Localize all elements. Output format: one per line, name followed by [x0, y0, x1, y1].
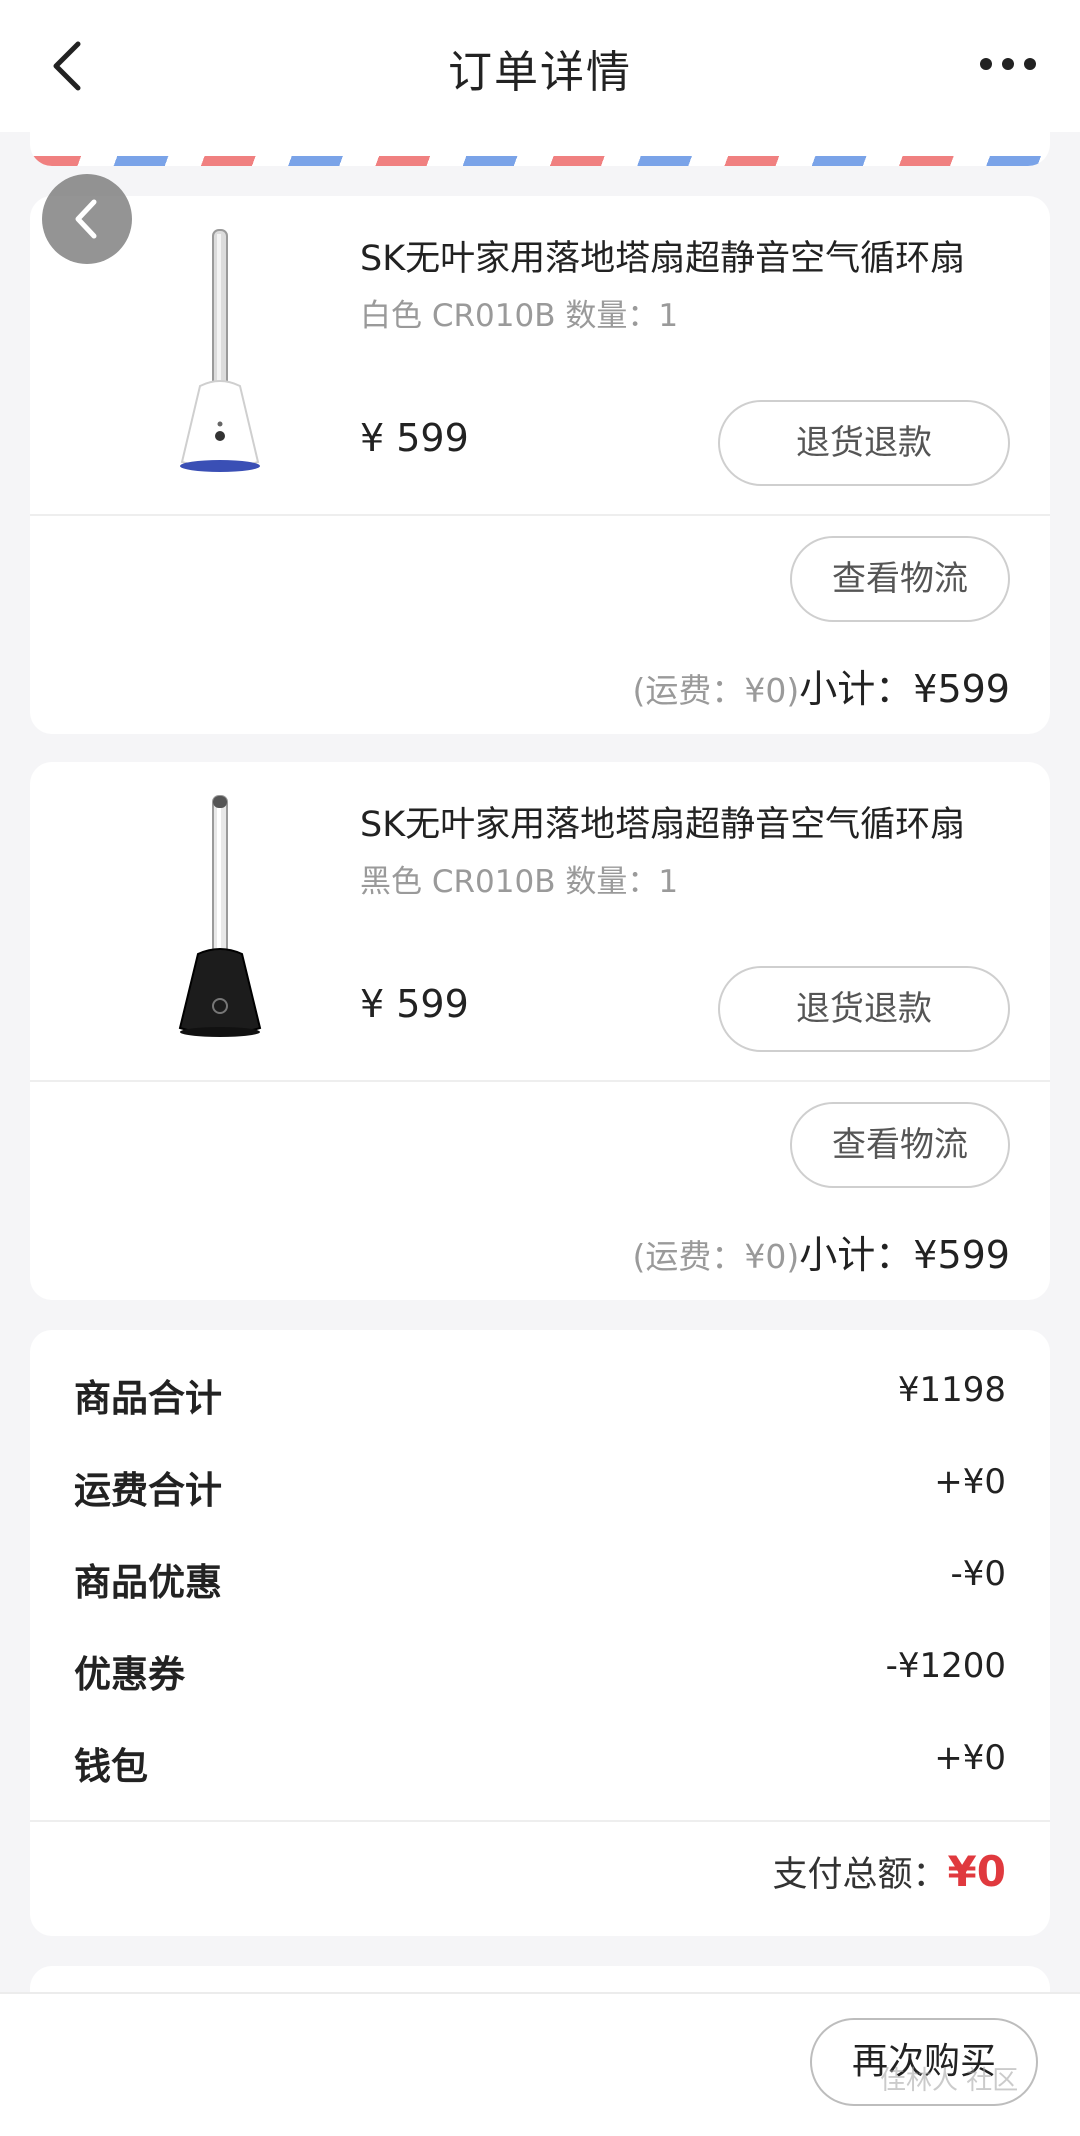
- refund-button[interactable]: 退货退款: [718, 400, 1010, 486]
- summary-value: -¥1200: [885, 1646, 1006, 1686]
- subtotal-row: (运费：¥0)小计：¥599: [633, 1224, 1010, 1279]
- watermark: 佳林人 社区: [880, 2066, 1019, 2096]
- product-image-white-fan[interactable]: [140, 226, 300, 486]
- product-image-black-fan[interactable]: [140, 792, 300, 1052]
- price-summary-card: 商品合计 ¥1198 运费合计 +¥0 商品优惠 -¥0 优惠券 -¥1200 …: [30, 1330, 1050, 1936]
- subtotal-row: (运费：¥0)小计：¥599: [633, 658, 1010, 713]
- summary-label: 商品优惠: [74, 1561, 222, 1604]
- product-price: ¥ 599: [360, 416, 469, 460]
- more-dots-icon[interactable]: [976, 44, 1040, 84]
- summary-value: +¥0: [934, 1738, 1006, 1778]
- summary-value: -¥0: [950, 1554, 1006, 1594]
- summary-value: +¥0: [934, 1462, 1006, 1502]
- summary-row-wallet: 钱包 +¥0: [74, 1736, 1006, 1796]
- subtotal: 小计：¥599: [799, 667, 1010, 711]
- total-payment-row: 支付总额：¥0: [773, 1846, 1006, 1897]
- envelope-stripes: [30, 156, 1050, 166]
- shipping-fee: (运费：¥0): [632, 1237, 800, 1276]
- summary-row-goods-discount: 商品优惠 -¥0: [74, 1552, 1006, 1612]
- product-price: ¥ 599: [360, 982, 469, 1026]
- product-name[interactable]: SK无叶家用落地塔扇超静音空气循环扇: [360, 796, 965, 847]
- product-row[interactable]: SK无叶家用落地塔扇超静音空气循环扇 白色 CR010B 数量：1 ¥ 599 …: [30, 196, 1050, 514]
- summary-label: 运费合计: [74, 1469, 222, 1512]
- floating-back-button[interactable]: [42, 174, 132, 264]
- shipping-fee: (运费：¥0): [632, 671, 800, 710]
- view-logistics-button[interactable]: 查看物流: [790, 536, 1010, 622]
- view-logistics-button[interactable]: 查看物流: [790, 1102, 1010, 1188]
- product-spec: 黑色 CR010B 数量：1: [360, 864, 679, 900]
- summary-row-goods-total: 商品合计 ¥1198: [74, 1368, 1006, 1428]
- summary-label: 优惠券: [74, 1653, 185, 1696]
- order-item-card: SK无叶家用落地塔扇超静音空气循环扇 白色 CR010B 数量：1 ¥ 599 …: [30, 196, 1050, 734]
- order-item-card: SK无叶家用落地塔扇超静音空气循环扇 黑色 CR010B 数量：1 ¥ 599 …: [30, 762, 1050, 1300]
- divider: [30, 514, 1050, 516]
- summary-value: ¥1198: [897, 1370, 1006, 1410]
- summary-label: 商品合计: [74, 1377, 222, 1420]
- divider: [30, 1820, 1050, 1822]
- refund-button[interactable]: 退货退款: [718, 966, 1010, 1052]
- total-payment-value: ¥0: [947, 1847, 1006, 1896]
- divider: [30, 1080, 1050, 1082]
- page-title: 订单详情: [448, 47, 632, 98]
- subtotal: 小计：¥599: [799, 1233, 1010, 1277]
- summary-row-coupon: 优惠券 -¥1200: [74, 1644, 1006, 1704]
- summary-row-shipping-total: 运费合计 +¥0: [74, 1460, 1006, 1520]
- product-spec: 白色 CR010B 数量：1: [360, 298, 679, 334]
- summary-label: 钱包: [74, 1745, 148, 1788]
- product-row[interactable]: SK无叶家用落地塔扇超静音空气循环扇 黑色 CR010B 数量：1 ¥ 599 …: [30, 762, 1050, 1080]
- top-nav-bar: 订单详情: [0, 0, 1080, 132]
- product-name[interactable]: SK无叶家用落地塔扇超静音空气循环扇: [360, 230, 965, 281]
- total-payment-label: 支付总额：: [772, 1855, 948, 1895]
